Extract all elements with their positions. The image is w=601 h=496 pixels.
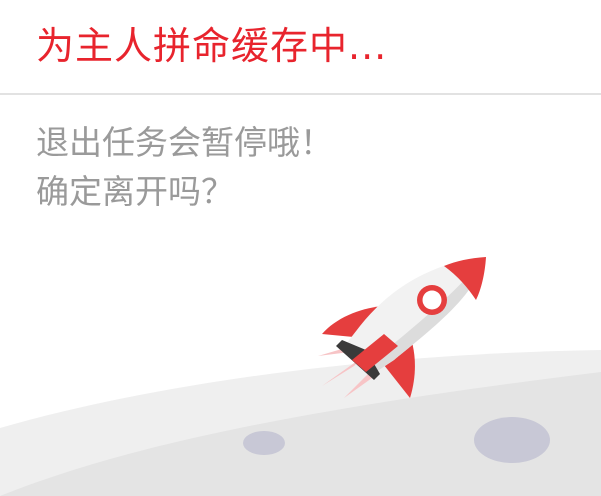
rocket-window <box>422 290 442 310</box>
rocket-moon-illustration <box>0 257 601 496</box>
moon-surface <box>0 350 601 496</box>
crater-large <box>474 417 550 463</box>
crater-small <box>243 431 285 455</box>
cache-leave-dialog: 为主人拼命缓存中... 退出任务会暂停哦！ 确定离开吗？ <box>0 0 601 496</box>
